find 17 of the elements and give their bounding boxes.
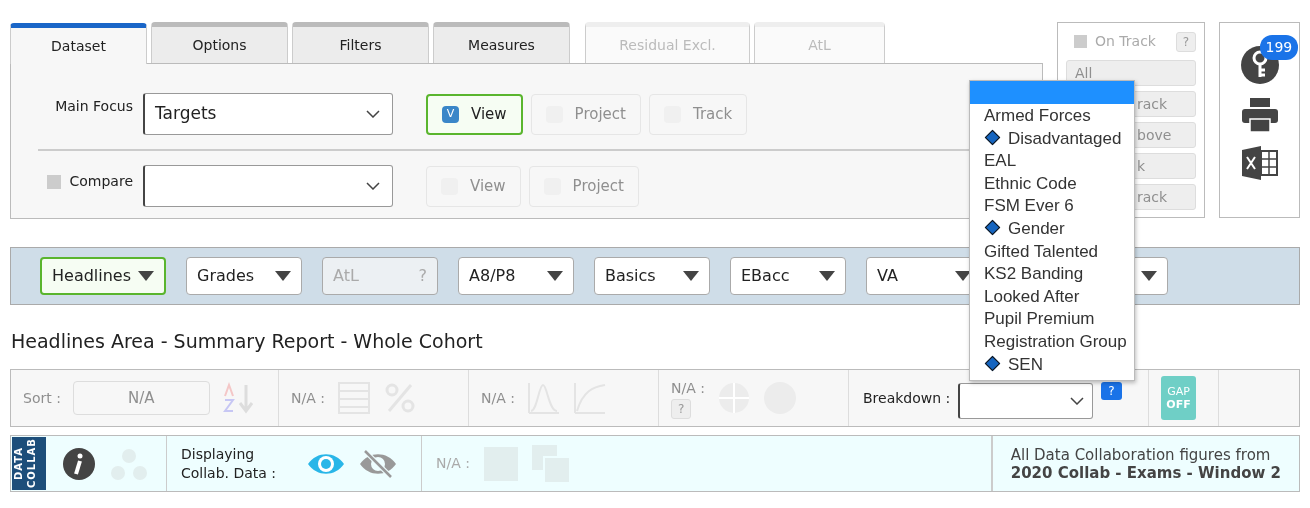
checkbox-label: Compare xyxy=(69,172,133,191)
page-heading: Headlines Area - Summary Report - Whole Cohort xyxy=(11,329,483,354)
source-name: 2020 Collab - Exams - Window 2 xyxy=(1010,463,1281,482)
help-icon: ? xyxy=(671,398,692,419)
source-caption: All Data Collaboration figures from xyxy=(1010,445,1272,464)
na-label: N/A : xyxy=(291,388,325,408)
sort-label: Sort : xyxy=(23,388,61,408)
na-label: N/A : xyxy=(481,388,515,408)
breakdown-label: Breakdown : xyxy=(863,388,951,408)
checkbox-label: On Track xyxy=(1095,32,1156,51)
collab-caption: Displaying Collab. Data : xyxy=(181,444,278,483)
data-collab-badge: DATA COLLAB xyxy=(12,437,46,490)
field-label: Main Focus xyxy=(54,97,134,116)
na-label: N/A : xyxy=(671,378,705,398)
na-label: N/A : xyxy=(436,454,470,473)
help-icon: ? xyxy=(418,264,427,288)
count-badge: 199 xyxy=(1259,35,1299,60)
